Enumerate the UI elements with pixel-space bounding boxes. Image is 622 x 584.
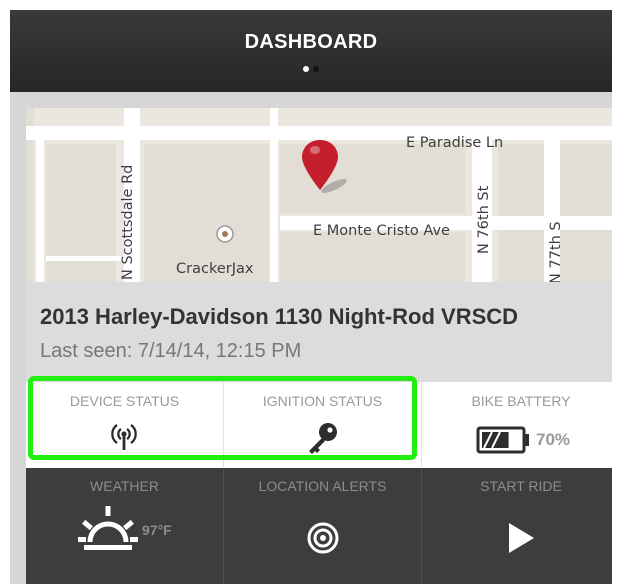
map-label-e-paradise: E Paradise Ln (406, 135, 504, 151)
location-pin-icon[interactable] (300, 138, 364, 200)
app-frame: DASHBOARD E Paradise Ln E Monte Cristo A… (10, 10, 612, 584)
map-block (280, 232, 465, 282)
location-alerts-label: LOCATION ALERTS (258, 478, 387, 494)
signal-tower-icon (111, 424, 137, 450)
play-icon (509, 523, 534, 553)
vehicle-card: E Paradise Ln E Monte Cristo Ave Cracker… (26, 108, 612, 584)
device-status-label: DEVICE STATUS (69, 393, 180, 409)
poi-icon (216, 225, 234, 243)
battery-value: 70% (536, 430, 571, 449)
road-minor (36, 138, 44, 282)
app-header: DASHBOARD (10, 10, 612, 92)
location-map[interactable]: E Paradise Ln E Monte Cristo Ave Cracker… (26, 108, 612, 282)
sun-icon (78, 506, 138, 550)
target-icon (307, 522, 339, 554)
bike-battery-tile[interactable]: BIKE BATTERY 70% (422, 382, 612, 468)
road-minor (270, 108, 278, 282)
start-ride-tile[interactable]: START RIDE (422, 468, 612, 584)
map-label-n77: N 77th S (548, 221, 564, 282)
page-title: DASHBOARD (244, 31, 378, 53)
battery-icon (476, 426, 529, 454)
vehicle-name: 2013 Harley-Davidson 1130 Night-Rod VRSC… (40, 304, 519, 329)
ignition-status-label: IGNITION STATUS (262, 393, 383, 409)
start-ride-label: START RIDE (480, 478, 562, 494)
weather-value: 97°F (142, 522, 172, 538)
action-row: WEATHER 97°F LOCATION ALERTS START RIDE (26, 468, 612, 584)
map-label-n76: N 76th St (476, 185, 492, 254)
road-minor (46, 256, 126, 261)
key-icon (309, 423, 337, 454)
weather-label: WEATHER (90, 478, 159, 494)
location-alerts-tile[interactable]: LOCATION ALERTS (224, 468, 421, 584)
map-block (46, 144, 116, 282)
map-label-crackerjax: CrackerJax (176, 261, 254, 277)
map-label-e-monte-cristo: E Monte Cristo Ave (313, 223, 450, 239)
weather-tile[interactable]: WEATHER 97°F (26, 468, 223, 584)
status-row: DEVICE STATUS IGNITION STATUS BIKE BATTE… (26, 382, 612, 468)
map-label-scottsdale: N Scottsdale Rd (120, 164, 136, 280)
page-dot-2[interactable] (313, 66, 319, 72)
vehicle-info: 2013 Harley-Davidson 1130 Night-Rod VRSC… (26, 282, 612, 382)
bike-battery-label: BIKE BATTERY (471, 393, 571, 409)
device-status-tile[interactable]: DEVICE STATUS (26, 382, 223, 468)
page-dot-1[interactable] (303, 66, 309, 72)
page-indicator[interactable] (10, 66, 612, 72)
last-seen: Last seen: 7/14/14, 12:15 PM (40, 340, 302, 362)
ignition-status-tile[interactable]: IGNITION STATUS (224, 382, 421, 468)
